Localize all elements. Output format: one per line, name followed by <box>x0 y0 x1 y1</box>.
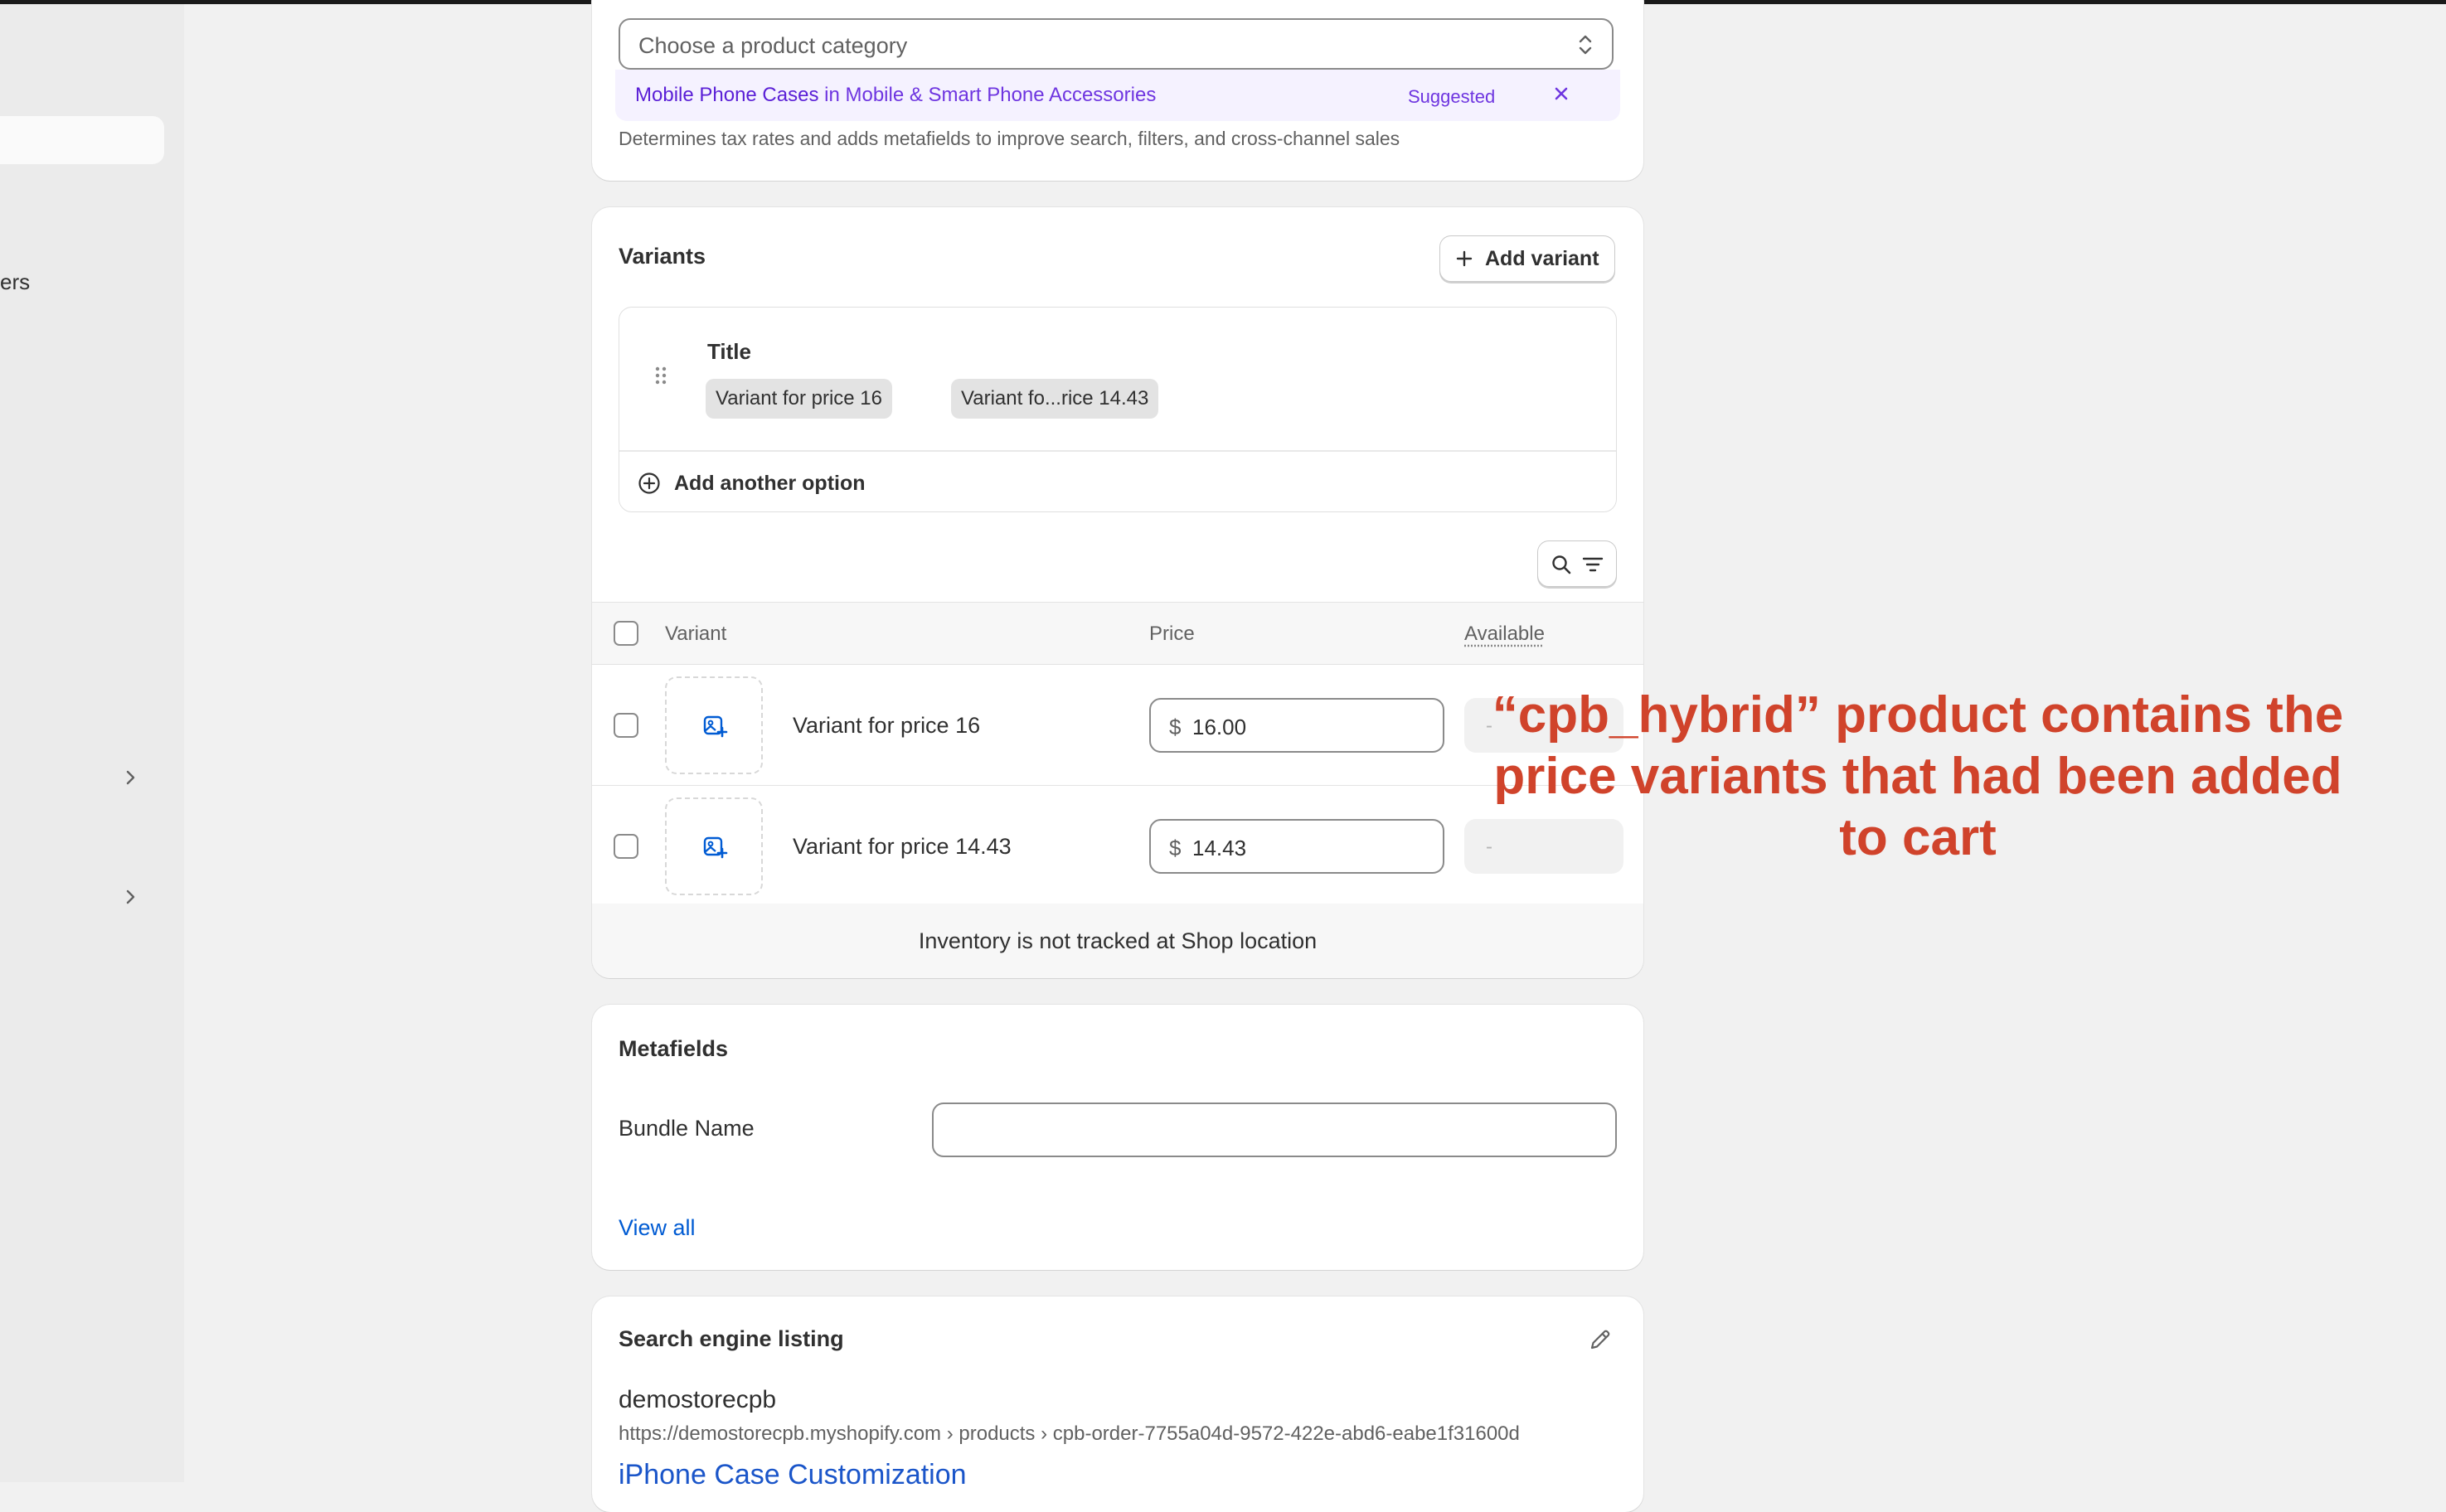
option-value-pill[interactable]: Variant fo...rice 14.43 <box>951 379 1158 419</box>
row-checkbox[interactable] <box>614 713 638 738</box>
price-value: 14.43 <box>1192 836 1246 861</box>
price-input[interactable]: $ 14.43 <box>1149 819 1444 874</box>
select-all-checkbox[interactable] <box>614 621 638 646</box>
add-variant-button[interactable]: Add variant <box>1439 235 1615 282</box>
seo-page-title: iPhone Case Customization <box>619 1459 967 1491</box>
price-value: 16.00 <box>1192 715 1246 740</box>
option-value-pill[interactable]: Variant for price 16 <box>706 379 892 419</box>
variant-name[interactable]: Variant for price 14.43 <box>793 834 1012 860</box>
add-image-icon <box>701 834 728 860</box>
category-placeholder: Choose a product category <box>638 33 907 59</box>
view-all-link[interactable]: View all <box>619 1215 696 1241</box>
seo-store-name: demostorecpb <box>619 1386 776 1414</box>
bundle-name-input[interactable] <box>932 1102 1617 1157</box>
annotation-line: “cpb_hybrid” product contains the <box>1464 685 2371 746</box>
add-image-icon <box>701 713 728 739</box>
suggestion-text[interactable]: Mobile Phone Cases in Mobile & Smart Pho… <box>635 84 1156 107</box>
product-category-card: Choose a product category Mobile Phone C… <box>592 0 1643 181</box>
variant-name[interactable]: Variant for price 16 <box>793 713 980 739</box>
bundle-name-label: Bundle Name <box>619 1116 755 1141</box>
admin-sidebar: ers <box>0 4 184 1482</box>
plus-icon <box>1455 250 1473 268</box>
variant-image-placeholder[interactable] <box>665 797 763 895</box>
currency-symbol: $ <box>1169 715 1181 740</box>
variants-table-header: Variant Price Available <box>592 602 1643 665</box>
suggested-badge: Suggested <box>1408 86 1495 108</box>
seo-title: Search engine listing <box>619 1326 844 1352</box>
search-icon <box>1550 553 1573 576</box>
seo-url: https://demostorecpb.myshopify.com › pro… <box>619 1422 1520 1446</box>
chevron-right-icon[interactable] <box>121 888 139 906</box>
sidebar-item-selected[interactable] <box>0 116 164 164</box>
filter-icon <box>1581 553 1604 576</box>
annotation-callout: “cpb_hybrid” product contains the price … <box>1464 685 2371 869</box>
inventory-note: Inventory is not tracked at Shop locatio… <box>592 904 1643 978</box>
search-filter-button[interactable] <box>1537 540 1617 587</box>
metafields-card: Metafields Bundle Name View all <box>592 1005 1643 1270</box>
plus-circle-icon <box>638 472 661 495</box>
variant-options-box: Title Variant for price 16 Variant fo...… <box>619 307 1617 512</box>
row-checkbox[interactable] <box>614 834 638 859</box>
add-another-option-label: Add another option <box>674 472 866 496</box>
category-help-text: Determines tax rates and adds metafields… <box>619 128 1400 150</box>
category-suggestion: Mobile Phone Cases in Mobile & Smart Pho… <box>615 70 1620 121</box>
select-arrows-icon <box>1575 32 1595 58</box>
option-name[interactable]: Title <box>707 339 751 365</box>
column-price: Price <box>1149 623 1195 646</box>
price-input[interactable]: $ 16.00 <box>1149 698 1444 753</box>
divider <box>619 450 1616 452</box>
metafields-title: Metafields <box>619 1036 728 1062</box>
variants-title: Variants <box>619 244 706 269</box>
chevron-right-icon[interactable] <box>121 768 139 787</box>
column-available[interactable]: Available <box>1464 623 1545 646</box>
search-engine-listing-card: Search engine listing demostorecpb https… <box>592 1296 1643 1512</box>
suggestion-parent: in Mobile & Smart Phone Accessories <box>824 84 1156 106</box>
annotation-line: price variants that had been added <box>1464 746 2371 807</box>
variant-image-placeholder[interactable] <box>665 676 763 774</box>
dismiss-suggestion-icon[interactable] <box>1551 83 1572 104</box>
column-variant: Variant <box>665 623 726 646</box>
edit-pencil-icon[interactable] <box>1587 1326 1614 1353</box>
sidebar-item-label[interactable]: ers <box>0 269 30 295</box>
suggestion-name: Mobile Phone Cases <box>635 84 818 106</box>
product-category-select[interactable]: Choose a product category <box>619 18 1614 70</box>
currency-symbol: $ <box>1169 836 1181 861</box>
add-variant-label: Add variant <box>1485 247 1599 271</box>
annotation-line: to cart <box>1464 807 2371 869</box>
drag-handle-icon[interactable] <box>654 366 667 385</box>
